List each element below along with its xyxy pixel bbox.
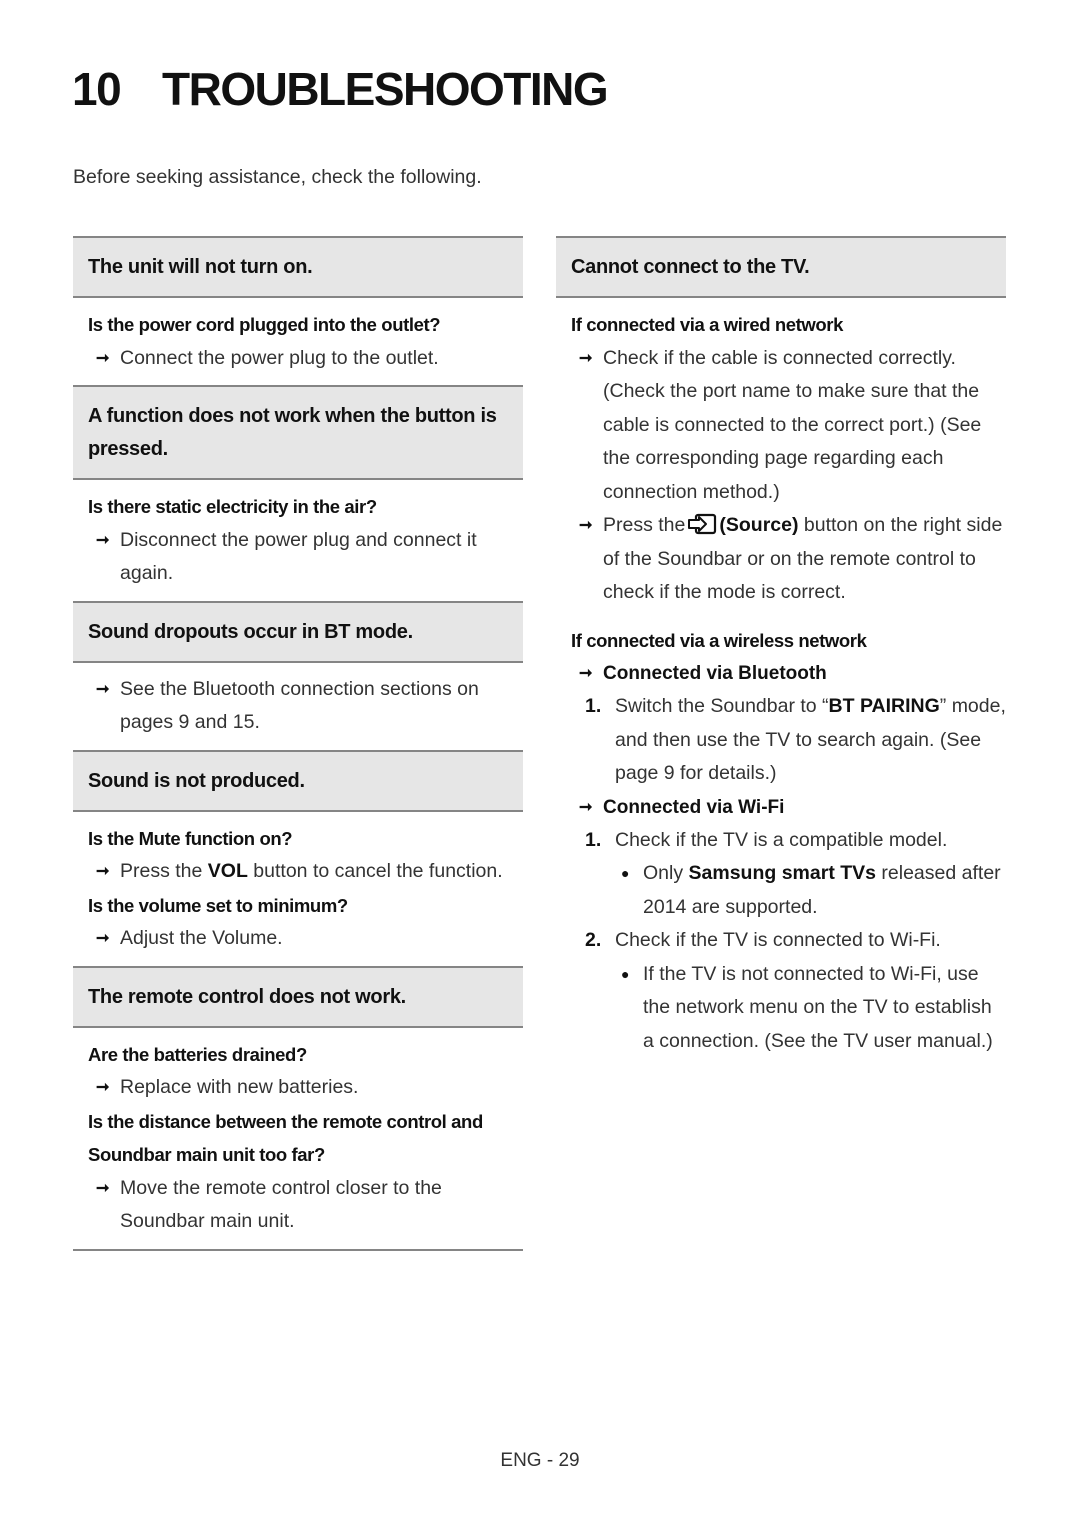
section-bt-dropouts: Sound dropouts occur in BT mode. ➞ See t… xyxy=(73,600,523,750)
answer: ➞ Move the remote control closer to the … xyxy=(88,1172,523,1239)
wired-network-heading: If connected via a wired network xyxy=(571,314,843,335)
arrow-icon: ➞ xyxy=(96,680,110,698)
wifi-subheading: ➞ Connected via Wi-Fi xyxy=(571,791,1006,824)
arrow-icon: ➞ xyxy=(579,349,593,367)
arrow-icon: ➞ xyxy=(96,531,110,549)
answer: ➞ Press the VOL button to cancel the fun… xyxy=(88,855,523,889)
question: Is the Mute function on? xyxy=(88,827,293,849)
answer: ➞ Replace with new batteries. xyxy=(88,1071,523,1105)
answer: ➞ Check if the cable is connected correc… xyxy=(571,342,1006,510)
arrow-icon: ➞ xyxy=(96,1179,110,1197)
arrow-icon: ➞ xyxy=(579,517,593,534)
source-icon xyxy=(688,513,717,535)
section-heading: A function does not work when the button… xyxy=(73,385,523,480)
section-heading: Sound dropouts occur in BT mode. xyxy=(73,600,523,663)
section-heading: Cannot connect to the TV. xyxy=(556,236,1006,298)
arrow-icon: ➞ xyxy=(579,798,593,816)
answer: ➞ Adjust the Volume. xyxy=(88,922,523,956)
intro-text: Before seeking assistance, check the fol… xyxy=(73,166,482,188)
chapter-number: 10 xyxy=(72,63,122,115)
question: Is the power cord plugged into the outle… xyxy=(88,314,441,335)
question: Is the volume set to minimum? xyxy=(88,894,348,916)
arrow-icon: ➞ xyxy=(96,349,110,367)
arrow-icon: ➞ xyxy=(96,863,110,880)
arrow-icon: ➞ xyxy=(96,1079,110,1096)
numbered-step: 2. Check if the TV is connected to Wi-Fi… xyxy=(585,929,941,951)
answer: ➞ Press the (Source) button on the right … xyxy=(571,509,1006,610)
chapter-title: 10 TROUBLESHOOTING xyxy=(72,62,609,116)
left-column: The unit will not turn on. Is the power … xyxy=(73,236,523,1251)
chapter-heading: TROUBLESHOOTING xyxy=(162,63,609,115)
answer: ➞ See the Bluetooth connection sections … xyxy=(88,673,523,740)
bullet-item: ● Only Samsung smart TVs released after … xyxy=(571,857,1006,924)
right-column: Cannot connect to the TV. If connected v… xyxy=(556,236,1006,1068)
wireless-network-heading: If connected via a wireless network xyxy=(571,629,867,651)
answer: ➞ Disconnect the power plug and connect … xyxy=(88,524,523,591)
section-remote-not-working: The remote control does not work. Are th… xyxy=(73,965,523,1251)
section-button-not-working: A function does not work when the button… xyxy=(73,385,523,601)
question: Is there static electricity in the air? xyxy=(88,496,377,517)
arrow-icon: ➞ xyxy=(96,930,110,947)
vol-button-label: VOL xyxy=(207,860,248,882)
bluetooth-subheading: ➞ Connected via Bluetooth xyxy=(571,657,1006,690)
question: Is the distance between the remote contr… xyxy=(88,1110,483,1166)
bullet-item: ● If the TV is not connected to Wi-Fi, u… xyxy=(571,958,1006,1059)
numbered-step: 1. Switch the Soundbar to “BT PAIRING” m… xyxy=(585,695,1006,784)
section-no-sound: Sound is not produced. Is the Mute funct… xyxy=(73,749,523,966)
numbered-step: 1. Check if the TV is a compatible model… xyxy=(585,828,948,851)
section-heading: The remote control does not work. xyxy=(73,965,523,1028)
section-heading: Sound is not produced. xyxy=(73,749,523,812)
arrow-icon: ➞ xyxy=(579,665,593,682)
bullet-icon: ● xyxy=(621,965,630,982)
page-number: ENG - 29 xyxy=(500,1450,580,1471)
section-heading: The unit will not turn on. xyxy=(73,236,523,298)
section-unit-no-power: The unit will not turn on. Is the power … xyxy=(73,236,523,385)
source-button-label: (Source) xyxy=(719,514,799,536)
bullet-icon: ● xyxy=(621,865,630,881)
answer: ➞ Connect the power plug to the outlet. xyxy=(88,342,523,376)
question: Are the batteries drained? xyxy=(88,1043,307,1065)
